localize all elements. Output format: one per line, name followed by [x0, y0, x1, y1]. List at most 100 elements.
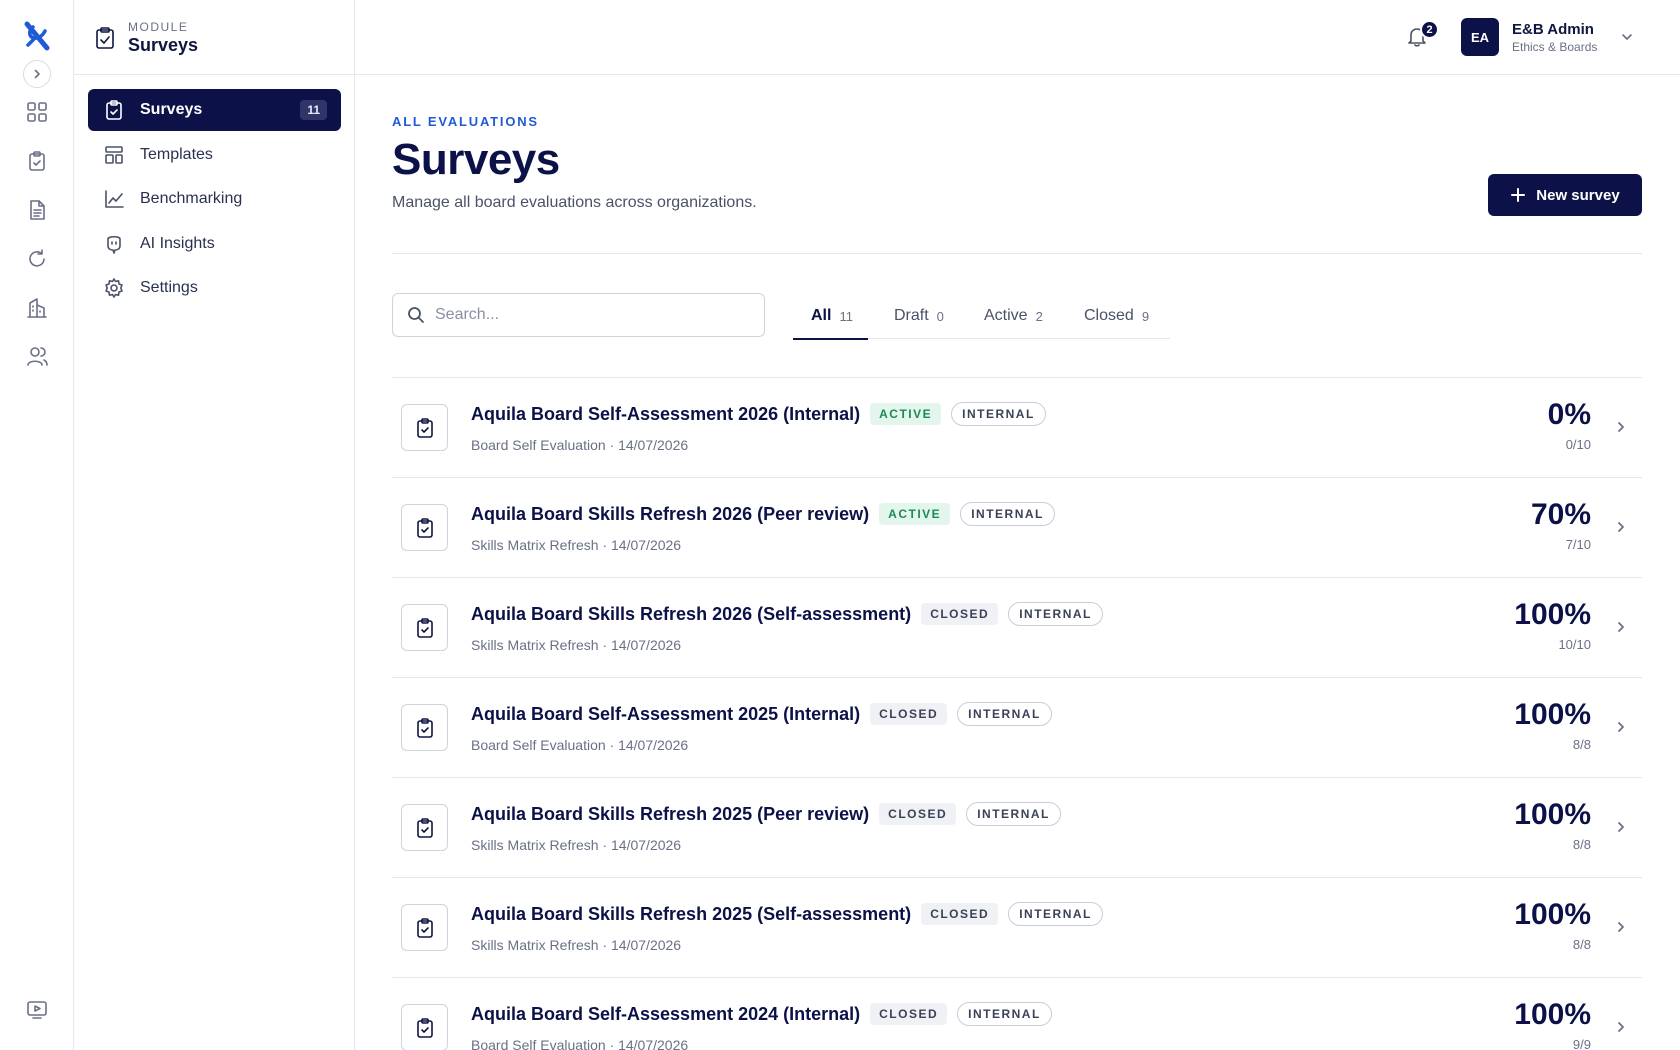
- tab-label: All: [811, 307, 832, 324]
- clipboard-check-icon: [29, 151, 45, 171]
- new-survey-label: New survey: [1536, 186, 1620, 204]
- rail-dashboard-button[interactable]: [24, 99, 50, 125]
- survey-title-line: Aquila Board Skills Refresh 2025 (Self-a…: [471, 902, 1103, 926]
- open-survey-chevron[interactable]: [1614, 620, 1628, 634]
- sidebar-item-label: AI Insights: [140, 234, 215, 252]
- survey-title-line: Aquila Board Skills Refresh 2026 (Peer r…: [471, 502, 1055, 526]
- tab-count: 9: [1141, 308, 1150, 324]
- survey-icon: [401, 1004, 448, 1050]
- rail-refresh-button[interactable]: [24, 246, 50, 272]
- clipboard-check-icon: [102, 98, 126, 122]
- tab-all[interactable]: All 11: [793, 293, 868, 340]
- open-survey-chevron[interactable]: [1614, 1020, 1628, 1034]
- chevron-right-icon: [1618, 622, 1624, 632]
- tab-draft[interactable]: Draft 0: [894, 293, 944, 339]
- survey-meta: Board Self Evaluation · 14/07/2026: [471, 737, 689, 753]
- rail-video-button[interactable]: [24, 996, 50, 1022]
- sidebar-item-ai-insights[interactable]: AI Insights: [88, 223, 341, 265]
- rail-surveys-button[interactable]: [24, 148, 50, 174]
- tab-closed[interactable]: Closed 9: [1084, 293, 1149, 339]
- survey-title[interactable]: Aquila Board Skills Refresh 2026 (Self-a…: [471, 604, 911, 625]
- rail-documents-button[interactable]: [24, 197, 50, 223]
- survey-title[interactable]: Aquila Board Self-Assessment 2024 (Inter…: [471, 1004, 860, 1025]
- expand-sidebar-button[interactable]: [23, 60, 51, 88]
- chevron-right-icon: [1618, 522, 1624, 532]
- type-badge: INTERNAL: [951, 402, 1046, 426]
- survey-title[interactable]: Aquila Board Skills Refresh 2026 (Peer r…: [471, 504, 869, 525]
- survey-row[interactable]: Aquila Board Self-Assessment 2026 (Inter…: [392, 377, 1642, 477]
- open-survey-chevron[interactable]: [1614, 720, 1628, 734]
- survey-title-line: Aquila Board Self-Assessment 2026 (Inter…: [471, 402, 1046, 426]
- chevron-right-icon: [34, 69, 40, 79]
- chevron-right-icon: [1618, 922, 1624, 932]
- survey-title-line: Aquila Board Self-Assessment 2024 (Inter…: [471, 1002, 1052, 1026]
- user-name[interactable]: E&B Admin: [1512, 21, 1594, 38]
- survey-title[interactable]: Aquila Board Skills Refresh 2025 (Self-a…: [471, 904, 911, 925]
- module-sidebar: MODULE Surveys Surveys 11 Templates Benc…: [74, 0, 355, 1050]
- tab-count: 0: [936, 308, 944, 324]
- chevron-right-icon: [1618, 722, 1624, 732]
- survey-title[interactable]: Aquila Board Self-Assessment 2025 (Inter…: [471, 704, 860, 725]
- open-survey-chevron[interactable]: [1614, 920, 1628, 934]
- clipboard-check-icon: [94, 26, 116, 50]
- search-box[interactable]: [392, 293, 765, 337]
- sidebar-item-label: Settings: [140, 279, 198, 296]
- type-badge: INTERNAL: [957, 1002, 1052, 1026]
- status-badge: CLOSED: [870, 1003, 948, 1025]
- survey-row[interactable]: Aquila Board Skills Refresh 2026 (Self-a…: [392, 577, 1642, 677]
- sidebar-item-settings[interactable]: Settings: [88, 267, 341, 309]
- search-input[interactable]: [435, 306, 755, 324]
- status-badge: ACTIVE: [879, 503, 951, 525]
- completion-fraction: 9/9: [1572, 1037, 1591, 1050]
- survey-row[interactable]: Aquila Board Self-Assessment 2025 (Inter…: [392, 677, 1642, 777]
- user-menu-toggle[interactable]: [1620, 30, 1634, 44]
- page-subtitle: Manage all board evaluations across orga…: [392, 194, 757, 211]
- document-icon: [30, 200, 45, 220]
- survey-meta: Skills Matrix Refresh · 14/07/2026: [471, 937, 682, 953]
- status-badge: CLOSED: [879, 803, 957, 825]
- notification-count-badge: 2: [1420, 20, 1439, 39]
- top-bar: 2 EA E&B Admin Ethics & Boards: [355, 0, 1680, 75]
- module-kicker: MODULE: [128, 20, 189, 34]
- sidebar-item-templates[interactable]: Templates: [88, 134, 341, 176]
- page-kicker: ALL EVALUATIONS: [392, 114, 539, 129]
- survey-icon: [401, 404, 448, 451]
- survey-title[interactable]: Aquila Board Skills Refresh 2025 (Peer r…: [471, 804, 869, 825]
- open-survey-chevron[interactable]: [1614, 420, 1628, 434]
- survey-row[interactable]: Aquila Board Self-Assessment 2024 (Inter…: [392, 977, 1642, 1050]
- rail-organizations-button[interactable]: [24, 295, 50, 321]
- sidebar-item-surveys[interactable]: Surveys 11: [88, 89, 341, 131]
- status-badge: CLOSED: [870, 703, 948, 725]
- clipboard-check-icon: [416, 617, 433, 638]
- survey-row[interactable]: Aquila Board Skills Refresh 2025 (Peer r…: [392, 777, 1642, 877]
- survey-icon: [401, 704, 448, 751]
- module-nav: Surveys 11 Templates Benchmarking AI Ins…: [88, 89, 341, 312]
- status-badge: CLOSED: [921, 603, 999, 625]
- completion-percent: 100%: [1514, 598, 1591, 631]
- survey-list: Aquila Board Self-Assessment 2026 (Inter…: [392, 377, 1642, 1050]
- completion-fraction: 8/8: [1572, 837, 1591, 852]
- survey-icon: [401, 904, 448, 951]
- open-survey-chevron[interactable]: [1614, 520, 1628, 534]
- completion-percent: 0%: [1547, 398, 1591, 431]
- tab-label: Closed: [1084, 307, 1134, 324]
- completion-fraction: 10/10: [1558, 637, 1591, 652]
- brand-logo-icon[interactable]: [23, 21, 51, 51]
- tab-label: Active: [984, 307, 1028, 324]
- survey-row[interactable]: Aquila Board Skills Refresh 2025 (Self-a…: [392, 877, 1642, 977]
- tab-active[interactable]: Active 2: [984, 293, 1043, 339]
- status-badge: ACTIVE: [870, 403, 942, 425]
- gear-icon: [102, 276, 126, 300]
- tab-count: 2: [1035, 308, 1043, 324]
- new-survey-button[interactable]: New survey: [1488, 174, 1642, 216]
- survey-title[interactable]: Aquila Board Self-Assessment 2026 (Inter…: [471, 404, 860, 425]
- survey-row[interactable]: Aquila Board Skills Refresh 2026 (Peer r…: [392, 477, 1642, 577]
- completion-fraction: 0/10: [1565, 437, 1591, 452]
- chevron-right-icon: [1618, 422, 1624, 432]
- open-survey-chevron[interactable]: [1614, 820, 1628, 834]
- avatar[interactable]: EA: [1461, 18, 1499, 56]
- clipboard-check-icon: [416, 917, 433, 938]
- sidebar-item-benchmarking[interactable]: Benchmarking: [88, 178, 341, 220]
- rail-users-button[interactable]: [24, 343, 50, 369]
- clipboard-check-icon: [416, 717, 433, 738]
